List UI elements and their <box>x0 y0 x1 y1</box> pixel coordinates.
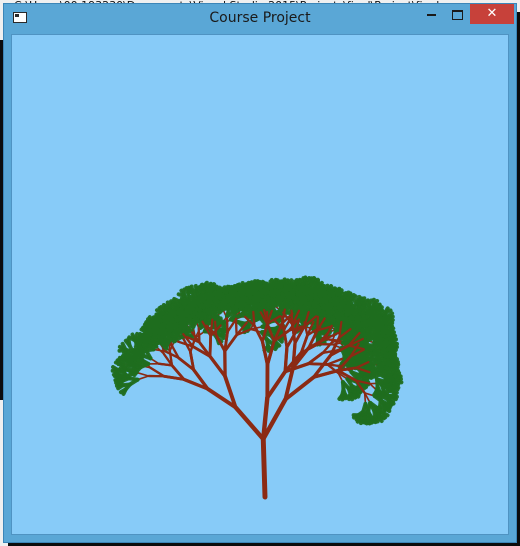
fractal-tree <box>110 275 404 500</box>
canvas-area[interactable] <box>11 34 509 535</box>
close-icon: ✕ <box>486 6 498 21</box>
maximize-icon <box>451 9 463 20</box>
maximize-button[interactable] <box>444 4 470 24</box>
close-button[interactable]: ✕ <box>470 4 514 24</box>
app-window: Course Project ✕ <box>3 3 517 543</box>
title-bar[interactable]: Course Project ✕ <box>4 4 516 34</box>
minimize-button[interactable] <box>418 4 444 24</box>
minimize-icon <box>426 13 436 16</box>
